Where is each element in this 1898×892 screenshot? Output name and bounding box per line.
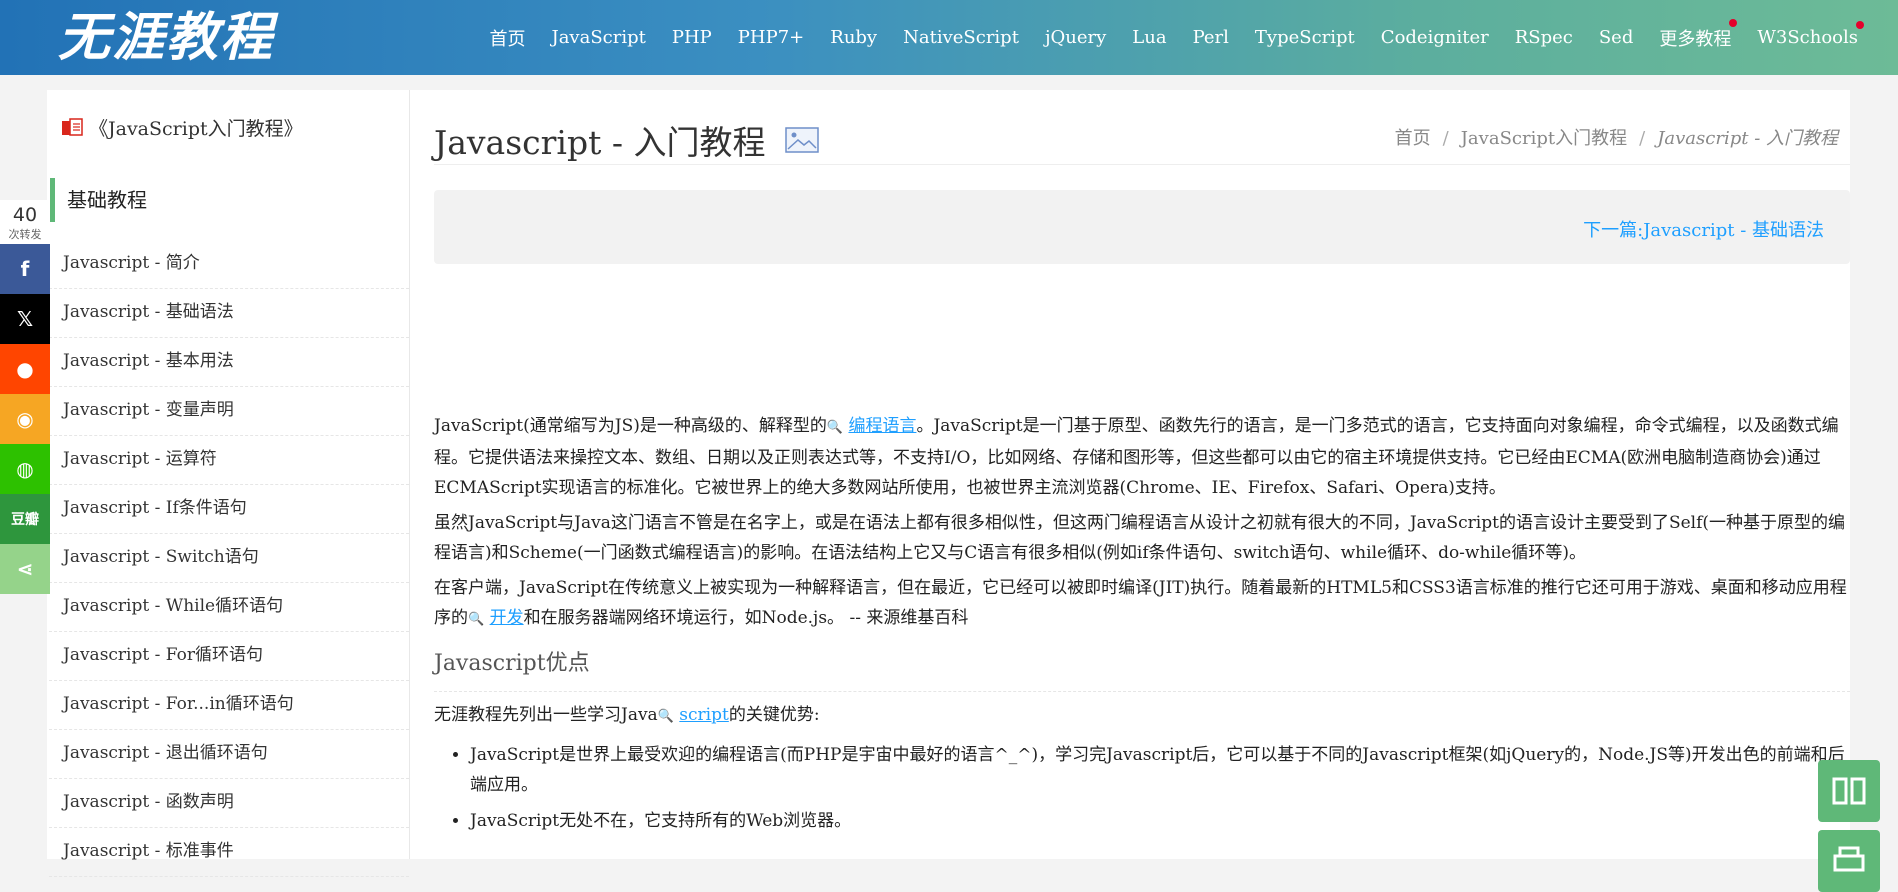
- next-article-box: 下一篇:Javascript - 基础语法: [434, 190, 1850, 264]
- breadcrumb-separator: /: [1442, 128, 1449, 149]
- nav-item-sed[interactable]: Sed: [1599, 27, 1634, 48]
- image-icon[interactable]: [785, 127, 820, 153]
- page-title: Javascript - 入门教程: [434, 116, 820, 164]
- section-heading: 基础教程: [50, 178, 147, 222]
- nav-item-ruby[interactable]: Ruby: [830, 27, 877, 48]
- lesson-item[interactable]: Javascript - 基本用法: [49, 338, 409, 387]
- print-button[interactable]: [1818, 830, 1880, 892]
- paragraph: 无涯教程先列出一些学习Java🔍 script的关键优势:: [434, 700, 1850, 732]
- site-logo[interactable]: 无涯教程: [58, 12, 274, 64]
- nav-item-more[interactable]: 更多教程: [1659, 18, 1738, 51]
- nav-item-perl[interactable]: Perl: [1193, 27, 1229, 48]
- book-title-text: 《JavaScript入门教程》: [89, 118, 303, 140]
- lesson-item[interactable]: Javascript - 变量声明: [49, 387, 409, 436]
- breadcrumb-home[interactable]: 首页: [1395, 128, 1431, 149]
- keyword-link[interactable]: 开发: [490, 608, 524, 628]
- lesson-item[interactable]: Javascript - 运算符: [49, 436, 409, 485]
- nav-item-nativescript[interactable]: NativeScript: [903, 27, 1019, 48]
- page-title-text: Javascript - 入门教程: [434, 123, 766, 162]
- facebook-icon: f: [20, 257, 30, 281]
- x-icon: 𝕏: [16, 307, 34, 331]
- pdf-icon: [62, 117, 83, 136]
- wechat-share-button[interactable]: ◍: [0, 444, 50, 494]
- lesson-item[interactable]: Javascript - 标准事件: [49, 828, 409, 877]
- paragraph-text: 的关键优势:: [728, 705, 820, 725]
- nav-item-home[interactable]: 首页: [489, 25, 525, 51]
- lesson-list: Javascript - 简介 Javascript - 基础语法 Javasc…: [49, 240, 409, 877]
- nav-item-rspec[interactable]: RSpec: [1515, 27, 1573, 48]
- breadcrumb: 首页 / JavaScript入门教程 / Javascript - 入门教程: [1395, 124, 1838, 150]
- more-share-button[interactable]: ⋖: [0, 544, 50, 594]
- list-item: JavaScript无处不在，它支持所有的Web浏览器。: [470, 806, 1850, 836]
- douban-share-button[interactable]: 豆瓣: [0, 494, 50, 544]
- paragraph: JavaScript(通常缩写为JS)是一种高级的、解释型的🔍 编程语言。Jav…: [434, 411, 1850, 503]
- share-count: 40 次转发: [0, 200, 50, 244]
- sidebar: 《JavaScript入门教程》 基础教程 Javascript - 简介 Ja…: [47, 90, 410, 877]
- breadcrumb-separator: /: [1639, 128, 1646, 149]
- paragraph: 虽然JavaScript与Java这门语言不管是在名字上，或是在语法上都有很多相…: [434, 513, 1846, 563]
- nav-item-w3schools[interactable]: W3Schools: [1757, 21, 1864, 48]
- notification-dot: [1729, 18, 1738, 27]
- nav-item-typescript[interactable]: TypeScript: [1255, 27, 1355, 48]
- magnifier-icon: 🔍: [657, 709, 674, 724]
- nav-item-jquery[interactable]: jQuery: [1045, 27, 1106, 48]
- main-nav: 首页 JavaScript PHP PHP7+ Ruby NativeScrip…: [463, 0, 1864, 75]
- nav-item-codeigniter[interactable]: Codeigniter: [1381, 27, 1489, 48]
- nav-item-php7[interactable]: PHP7+: [738, 27, 804, 48]
- print-icon: [1833, 846, 1865, 872]
- list-item: JavaScript是世界上最受欢迎的编程语言(而PHP是宇宙中最好的语言^_^…: [470, 740, 1850, 800]
- paragraph-text: 和在服务器端网络环境运行，如Node.js。 -- 来源维基百科: [523, 608, 969, 628]
- weibo-share-button[interactable]: ◉: [0, 394, 50, 444]
- lesson-item[interactable]: Javascript - While循环语句: [49, 583, 409, 632]
- nav-item-lua[interactable]: Lua: [1132, 27, 1166, 48]
- paragraph-text: JavaScript(通常缩写为JS)是一种高级的、解释型的: [434, 416, 827, 436]
- lesson-item[interactable]: Javascript - For...in循环语句: [49, 681, 409, 730]
- top-navbar: 无涯教程 首页 JavaScript PHP PHP7+ Ruby Native…: [0, 0, 1898, 75]
- share-bar: 40 次转发 f 𝕏 ● ◉ ◍ 豆瓣 ⋖: [0, 200, 50, 594]
- share-count-value: 40: [12, 204, 38, 226]
- breadcrumb-parent[interactable]: JavaScript入门教程: [1461, 128, 1627, 149]
- lesson-item[interactable]: Javascript - Switch语句: [49, 534, 409, 583]
- main-content: Javascript - 入门教程 首页 / JavaScript入门教程 / Java…: [410, 90, 1850, 859]
- keyword-link[interactable]: script: [679, 705, 729, 725]
- magnifier-icon: 🔍: [468, 612, 485, 627]
- reddit-share-button[interactable]: ●: [0, 344, 50, 394]
- lesson-item[interactable]: Javascript - If条件语句: [49, 485, 409, 534]
- lesson-item[interactable]: Javascript - 基础语法: [49, 289, 409, 338]
- nav-item-w3schools-label: W3Schools: [1757, 27, 1858, 48]
- paragraph-text: 无涯教程先列出一些学习Java: [434, 705, 658, 725]
- book-title[interactable]: 《JavaScript入门教程》: [61, 114, 303, 141]
- nav-item-javascript[interactable]: JavaScript: [551, 27, 645, 48]
- divider: [434, 164, 1850, 165]
- lesson-item[interactable]: Javascript - 退出循环语句: [49, 730, 409, 779]
- nav-item-php[interactable]: PHP: [672, 27, 712, 48]
- notification-dot: [1856, 21, 1864, 29]
- advantages-list: JavaScript是世界上最受欢迎的编程语言(而PHP是宇宙中最好的语言^_^…: [434, 740, 1850, 836]
- lesson-item[interactable]: Javascript - For循环语句: [49, 632, 409, 681]
- section-heading: Javascript优点: [434, 649, 1850, 692]
- weibo-icon: ◉: [16, 407, 34, 431]
- keyword-link[interactable]: 编程语言: [848, 416, 916, 436]
- breadcrumb-current: Javascript - 入门教程: [1657, 128, 1838, 149]
- share-icon: ⋖: [16, 557, 34, 581]
- magnifier-icon: 🔍: [826, 420, 844, 435]
- douban-icon: 豆瓣: [11, 512, 39, 528]
- lesson-item[interactable]: Javascript - 函数声明: [49, 779, 409, 828]
- paragraph: 在客户端，JavaScript在传统意义上被实现为一种解释语言，但在最近，它已经…: [434, 573, 1850, 635]
- reader-mode-button[interactable]: [1818, 760, 1880, 822]
- next-article-link[interactable]: 下一篇:Javascript - 基础语法: [1583, 216, 1824, 242]
- wechat-icon: ◍: [16, 457, 34, 481]
- book-icon: [1832, 777, 1866, 805]
- reddit-icon: ●: [16, 357, 34, 381]
- lesson-item[interactable]: Javascript - 简介: [49, 240, 409, 289]
- share-count-label: 次转发: [8, 228, 42, 241]
- nav-item-more-label: 更多教程: [1659, 28, 1732, 50]
- facebook-share-button[interactable]: f: [0, 244, 50, 294]
- x-share-button[interactable]: 𝕏: [0, 294, 50, 344]
- article-body: JavaScript(通常缩写为JS)是一种高级的、解释型的🔍 编程语言。Jav…: [434, 411, 1850, 842]
